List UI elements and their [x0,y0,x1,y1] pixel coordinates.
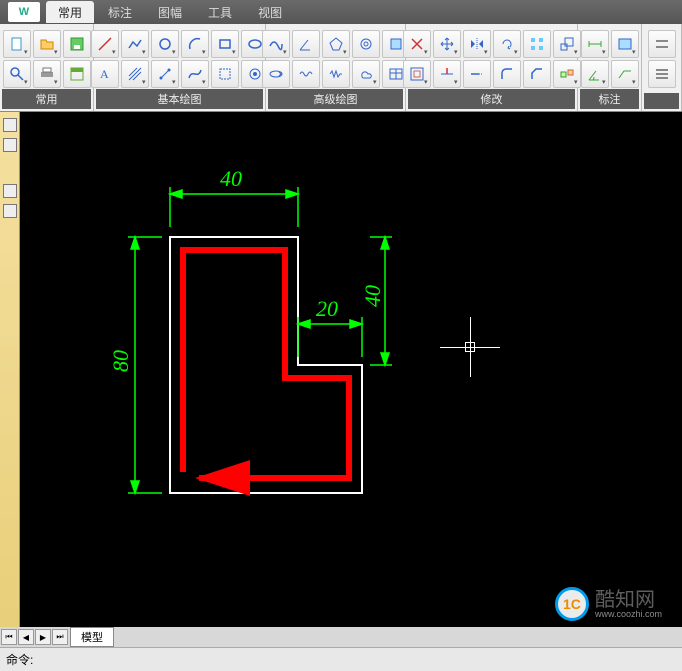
nav-next-button[interactable]: ▶ [35,629,51,645]
polygon-button[interactable] [322,30,350,58]
dim-leader-button[interactable] [611,60,639,88]
ribbon-label-advanced: 高级绘图 [268,89,403,109]
ribbon-label-overflow [644,93,679,109]
mirror-button[interactable] [463,30,491,58]
move-button[interactable] [433,30,461,58]
polyline-button[interactable] [121,30,149,58]
explode-button[interactable] [553,60,581,88]
ribbon-group-advanced: 高级绘图 [266,24,406,111]
scale-button[interactable] [553,30,581,58]
watermark: 1C 酷知网 www.coozhi.com [555,587,662,621]
ribbon: 常用 A 基本绘图 [0,24,682,112]
point-button[interactable] [151,60,179,88]
chamfer-button[interactable] [523,60,551,88]
wave-button[interactable] [292,60,320,88]
props-button[interactable] [63,60,91,88]
ribbon-label-modify: 修改 [408,89,575,109]
fillet-button[interactable] [493,60,521,88]
dim-style-button[interactable] [611,30,639,58]
crop-button[interactable] [211,60,239,88]
ribbon-group-overflow [642,24,682,111]
command-label: 命令: [6,651,33,668]
watermark-text: 酷知网 [595,590,662,610]
dim-linear-button[interactable] [581,30,609,58]
palette-icon-1[interactable] [3,118,17,132]
tab-sheet[interactable]: 图幅 [146,1,194,23]
palette-icon-4[interactable] [3,204,17,218]
palette-icon-3[interactable] [3,184,17,198]
trim-button[interactable] [433,60,461,88]
canvas-wrap: 40 20 40 80 [0,112,682,627]
spline-button[interactable] [181,60,209,88]
nav-first-button[interactable]: ⏮ [1,629,17,645]
cloud-button[interactable] [352,60,380,88]
zoom-button[interactable] [3,60,31,88]
offset-arrowhead [195,460,250,496]
command-line[interactable]: 命令: [0,647,682,671]
spline2-button[interactable] [262,30,290,58]
arc-button[interactable] [181,30,209,58]
open-button[interactable] [33,30,61,58]
offset-button[interactable] [403,60,431,88]
ribbon-group-basic: A 基本绘图 [94,24,266,111]
dim-angle-button[interactable] [581,60,609,88]
text-button[interactable]: A [91,60,119,88]
app-logo: W [8,2,40,22]
tab-view[interactable]: 视图 [246,1,294,23]
watermark-badge: 1C [555,587,589,621]
donut-button[interactable] [352,30,380,58]
hatch-button[interactable] [121,60,149,88]
dim-80: 80 [108,350,133,372]
model-tab[interactable]: 模型 [70,627,114,647]
erase-button[interactable] [403,30,431,58]
new-button[interactable] [3,30,31,58]
ribbon-label-dim: 标注 [580,89,639,109]
ribbon-group-modify: 修改 [406,24,578,111]
circle-button[interactable] [151,30,179,58]
rect-button[interactable] [211,30,239,58]
ribbon-label-common: 常用 [2,89,91,109]
nav-last-button[interactable]: ⏭ [52,629,68,645]
ribbon-group-common: 常用 [0,24,94,111]
revolve-button[interactable] [262,60,290,88]
tab-bar: W 常用 标注 图幅 工具 视图 [0,0,682,24]
dim-40-top: 40 [220,166,242,191]
tab-dim[interactable]: 标注 [96,1,144,23]
model-canvas[interactable]: 40 20 40 80 [20,112,682,627]
svg-text:A: A [100,67,109,81]
angle-button[interactable] [292,30,320,58]
ribbon-label-basic: 基本绘图 [96,89,263,109]
tab-common[interactable]: 常用 [46,1,94,23]
save-button[interactable] [63,30,91,58]
left-palette[interactable] [0,112,20,627]
watermark-url: www.coozhi.com [595,610,662,619]
ribbon-group-dim: 标注 [578,24,642,111]
line-button[interactable] [91,30,119,58]
print-button[interactable] [33,60,61,88]
dim-40-right: 40 [360,285,385,307]
palette-icon-2[interactable] [3,138,17,152]
nav-prev-button[interactable]: ◀ [18,629,34,645]
array-button[interactable] [523,30,551,58]
zigzag-button[interactable] [322,60,350,88]
overflow1-button[interactable] [648,30,676,58]
layout-tab-bar: ⏮ ◀ ▶ ⏭ 模型 [0,627,682,647]
overflow2-button[interactable] [648,60,676,88]
drawing-svg: 40 20 40 80 [20,112,662,627]
extend-button[interactable] [463,60,491,88]
rotate-button[interactable] [493,30,521,58]
tab-tools[interactable]: 工具 [196,1,244,23]
dim-20: 20 [316,296,338,321]
